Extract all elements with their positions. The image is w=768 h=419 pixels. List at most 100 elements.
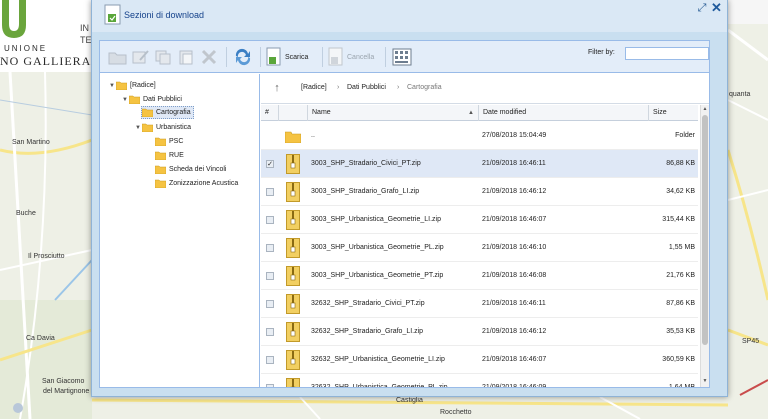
filter-input[interactable] bbox=[625, 47, 709, 60]
tree-label: Dati Pubblici bbox=[143, 96, 182, 103]
table-row[interactable]: 3003_SHP_Urbanistica_Geometrie_LI.zip 21/… bbox=[261, 206, 698, 234]
row-checkbox[interactable] bbox=[266, 244, 274, 252]
table-row[interactable]: 32632_SHP_Stradario_Grafo_LI.zip 21/09/20… bbox=[261, 318, 698, 346]
file-name: 32632_SHP_Stradario_Civici_PT.zip bbox=[311, 300, 425, 307]
table-row[interactable]: 3003_SHP_Urbanistica_Geometrie_PL.zip 21/… bbox=[261, 234, 698, 262]
column-header-date[interactable]: Date modified bbox=[479, 105, 649, 121]
arrow-up-icon[interactable]: ↑ bbox=[271, 82, 283, 95]
paste-icon bbox=[179, 50, 193, 65]
row-checkbox[interactable]: ✓ bbox=[266, 160, 274, 168]
tree-label: [Radice] bbox=[130, 82, 156, 89]
vertical-scrollbar[interactable]: ▲ ▼ bbox=[700, 105, 709, 387]
column-header-name-label: Name bbox=[312, 109, 331, 116]
tree-node-zonizzazione[interactable]: Zonizzazione Acustica bbox=[155, 177, 238, 190]
file-date: 21/09/2018 16:46:10 bbox=[482, 244, 547, 251]
zip-file-icon bbox=[286, 378, 300, 387]
file-date: 21/09/2018 16:46:11 bbox=[482, 300, 546, 307]
file-size: 360,59 KB bbox=[662, 356, 695, 363]
file-name: 3003_SHP_Urbanistica_Geometrie_PT.zip bbox=[311, 272, 444, 279]
file-name: 32632_SHP_Urbanistica_Geometrie_PL.zip bbox=[311, 374, 479, 387]
breadcrumb-item[interactable]: Dati Pubblici bbox=[347, 84, 386, 91]
toolbar-separator bbox=[322, 47, 323, 67]
breadcrumb: ↑ [Radice] › Dati Pubblici › Cartografia bbox=[261, 74, 709, 104]
file-name: 32632_SHP_Stradario_Grafo_LI.zip bbox=[311, 328, 424, 335]
column-header-check[interactable]: # bbox=[261, 105, 279, 121]
folder-icon bbox=[285, 131, 301, 143]
file-date: 21/09/2018 16:46:07 bbox=[482, 356, 547, 363]
folder-icon bbox=[155, 151, 166, 160]
file-name: 3003_SHP_Stradario_Civici_PT.zip bbox=[311, 160, 421, 167]
zip-file-icon bbox=[286, 294, 300, 314]
file-size: 1,64 MB bbox=[652, 374, 695, 387]
tree-node-root[interactable]: ▼ [Radice] bbox=[108, 79, 156, 92]
scrollbar-thumb[interactable] bbox=[702, 115, 708, 345]
delete-label: Cancella bbox=[347, 53, 375, 61]
map-label: Rocchetto bbox=[440, 409, 472, 416]
row-checkbox[interactable] bbox=[266, 384, 274, 387]
row-checkbox[interactable] bbox=[266, 328, 274, 336]
scroll-down-icon[interactable]: ▼ bbox=[701, 377, 709, 386]
column-header-icon bbox=[279, 105, 308, 121]
tree-label: Cartografia bbox=[156, 109, 191, 116]
folder-open-icon bbox=[108, 52, 127, 65]
column-header-size[interactable]: Size bbox=[649, 105, 698, 121]
map-label: San Giacomo bbox=[42, 378, 85, 385]
row-checkbox[interactable] bbox=[266, 356, 274, 364]
column-header-name[interactable]: Name ▲ bbox=[308, 105, 479, 121]
table-row[interactable]: 32632_SHP_Urbanistica_Geometrie_PL.zip21… bbox=[261, 374, 698, 387]
refresh-button[interactable] bbox=[232, 46, 254, 68]
table-row[interactable]: 32632_SHP_Urbanistica_Geometrie_LI.zip 21… bbox=[261, 346, 698, 374]
scroll-up-icon[interactable]: ▲ bbox=[701, 105, 709, 114]
tree-label: Scheda dei Vincoli bbox=[169, 166, 227, 173]
view-mode-button[interactable] bbox=[391, 46, 413, 68]
zip-file-icon bbox=[286, 322, 300, 342]
file-name: 3003_SHP_Urbanistica_Geometrie_LI.zip bbox=[311, 216, 441, 223]
delete-button[interactable]: Cancella bbox=[328, 46, 374, 68]
chevron-down-icon[interactable]: ▼ bbox=[108, 83, 116, 89]
chevron-down-icon[interactable]: ▼ bbox=[121, 97, 129, 103]
file-date: 21/09/2018 16:46:07 bbox=[482, 216, 547, 223]
chevron-down-icon[interactable]: ▼ bbox=[134, 125, 142, 131]
toolbar-separator bbox=[226, 47, 227, 67]
download-icon bbox=[266, 47, 281, 66]
table-row[interactable]: 32632_SHP_Stradario_Civici_PT.zip 21/09/2… bbox=[261, 290, 698, 318]
folder-icon bbox=[142, 123, 153, 132]
breadcrumb-item[interactable]: [Radice] bbox=[301, 84, 327, 91]
copy-button[interactable] bbox=[154, 46, 174, 68]
tree-node-cartografia[interactable]: Cartografia bbox=[141, 106, 194, 119]
close-icon[interactable]: ✕ bbox=[710, 1, 723, 14]
tree-label: PSC bbox=[169, 138, 184, 145]
zip-file-icon bbox=[286, 350, 300, 370]
file-size: 35,53 KB bbox=[666, 328, 695, 335]
row-checkbox[interactable] bbox=[266, 216, 274, 224]
tree-node-urbanistica[interactable]: ▼ Urbanistica bbox=[134, 121, 191, 134]
row-checkbox[interactable] bbox=[266, 272, 274, 280]
logo-u-icon bbox=[2, 0, 26, 38]
logo-text-line1: UNIONE bbox=[4, 44, 48, 53]
delete-x-button[interactable] bbox=[200, 46, 220, 68]
map-label: SP45 bbox=[742, 338, 760, 345]
dialog-titlebar[interactable]: Sezioni di download ⤢ ✕ bbox=[92, 0, 727, 32]
tree-node-scheda-vincoli[interactable]: Scheda dei Vincoli bbox=[155, 163, 226, 176]
union-logo: UNIONE NO GALLIERA IN TE bbox=[0, 0, 92, 72]
map-tools-panel[interactable] bbox=[727, 0, 768, 24]
row-checkbox[interactable] bbox=[266, 300, 274, 308]
file-name: 3003_SHP_Stradario_Grafo_LI.zip bbox=[311, 188, 420, 195]
table-row[interactable]: 3003_SHP_Stradario_Grafo_LI.zip 21/09/201… bbox=[261, 178, 698, 206]
download-button[interactable]: Scarica bbox=[266, 46, 308, 68]
pin-icon[interactable]: ⤢ bbox=[696, 2, 708, 14]
edit-button[interactable] bbox=[131, 46, 151, 68]
table-row[interactable]: 3003_SHP_Urbanistica_Geometrie_PT.zip 21/… bbox=[261, 262, 698, 290]
file-name: 32632_SHP_Urbanistica_Geometrie_LI.zip bbox=[311, 356, 445, 363]
row-checkbox[interactable] bbox=[266, 188, 274, 196]
table-row[interactable]: .. 27/08/2018 15:04:49 Folder bbox=[261, 122, 698, 150]
tree-node-psc[interactable]: PSC bbox=[155, 135, 183, 148]
tree-label: RUE bbox=[169, 152, 184, 159]
paste-button[interactable] bbox=[177, 46, 197, 68]
new-folder-button[interactable] bbox=[108, 46, 128, 68]
tree-node-rue[interactable]: RUE bbox=[155, 149, 184, 162]
table-row[interactable]: ✓ 3003_SHP_Stradario_Civici_PT.zip 21/09/2… bbox=[261, 150, 698, 178]
dialog-title: Sezioni di download bbox=[124, 10, 205, 20]
breadcrumb-separator: › bbox=[397, 84, 400, 91]
tree-node-dati-pubblici[interactable]: ▼ Dati Pubblici bbox=[121, 93, 182, 106]
